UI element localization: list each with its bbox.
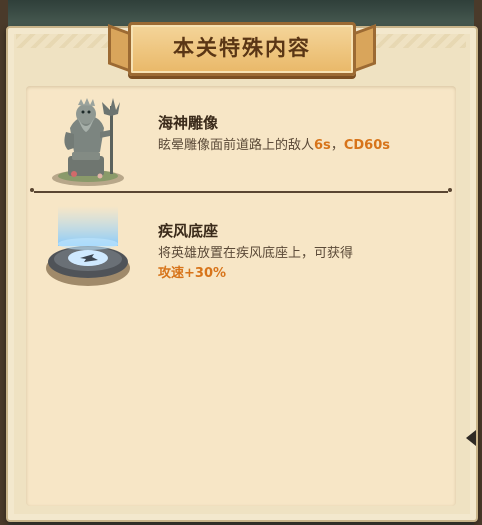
list-item-pedestal: 疾风底座 将英雄放置在疾风底座上，可获得 攻速+30% — [26, 204, 456, 300]
item-description: 将英雄放置在疾风底座上，可获得 攻速+30% — [158, 244, 448, 284]
list-item-statue: 海神雕像 眩晕雕像面前道路上的敌人6s，CD60s — [26, 90, 456, 190]
description-text: 眩晕雕像面前道路上的敌人 — [158, 138, 315, 153]
item-name: 海神雕像 — [158, 114, 219, 132]
cooldown-value: CD60s — [343, 138, 390, 153]
item-divider — [34, 191, 448, 193]
stun-duration: 6s — [314, 138, 331, 153]
divider-dot-right — [448, 188, 452, 192]
description-separator: ， — [330, 138, 344, 153]
panel-side-notch — [466, 430, 476, 446]
poseidon-statue-icon — [40, 92, 136, 188]
title-banner: 本关特殊内容 — [128, 22, 356, 76]
gale-pedestal-icon — [40, 204, 136, 300]
item-description: 眩晕雕像面前道路上的敌人6s，CD60s — [158, 136, 448, 156]
description-text: 将英雄放置在疾风底座上，可获得 — [158, 246, 354, 261]
frame-decoration-left — [16, 34, 122, 48]
item-name: 疾风底座 — [158, 222, 219, 240]
attack-speed-bonus: 攻速+30% — [158, 266, 227, 281]
panel-title: 本关特殊内容 — [173, 36, 311, 60]
